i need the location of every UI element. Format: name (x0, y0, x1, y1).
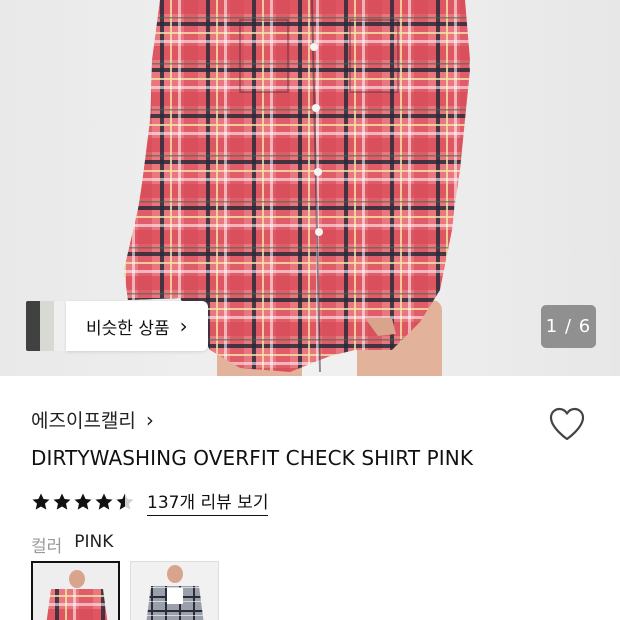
review-link[interactable]: 137개 리뷰 보기 (147, 488, 269, 516)
product-info-section: 에즈이프캘리 › DIRTYWASHING OVERFIT CHECK SHIR… (0, 376, 620, 620)
product-image-carousel[interactable]: 비슷한 상품 › 1 / 6 (0, 0, 620, 376)
similar-products-label-box[interactable]: 비슷한 상품 › (66, 301, 208, 351)
similar-products-label: 비슷한 상품 (86, 318, 170, 339)
color-row: 컬러 PINK (31, 532, 113, 557)
rating-stars (31, 492, 135, 512)
heart-outline-icon[interactable] (548, 406, 586, 442)
star-icon (95, 493, 113, 510)
image-pager-indicator: 1 / 6 (541, 305, 596, 348)
color-value: PINK (74, 532, 114, 552)
similar-products-thumbnail (26, 301, 66, 351)
brand-link[interactable]: 에즈이프캘리 › (31, 406, 154, 433)
color-option-pink[interactable] (31, 561, 120, 620)
star-icon (32, 493, 50, 510)
similar-products-button[interactable]: 비슷한 상품 › (26, 301, 208, 351)
rating-row: 137개 리뷰 보기 (31, 488, 269, 516)
chevron-right-icon: › (145, 407, 154, 432)
color-label: 컬러 (31, 537, 63, 557)
star-icon (53, 493, 71, 510)
color-option-other[interactable] (130, 561, 219, 620)
chevron-right-icon: › (179, 314, 188, 338)
product-title: DIRTYWASHING OVERFIT CHECK SHIRT PINK (31, 446, 474, 470)
star-icon (74, 493, 92, 510)
color-options (31, 561, 219, 620)
brand-name: 에즈이프캘리 (31, 410, 136, 432)
half-star-icon (116, 493, 134, 510)
